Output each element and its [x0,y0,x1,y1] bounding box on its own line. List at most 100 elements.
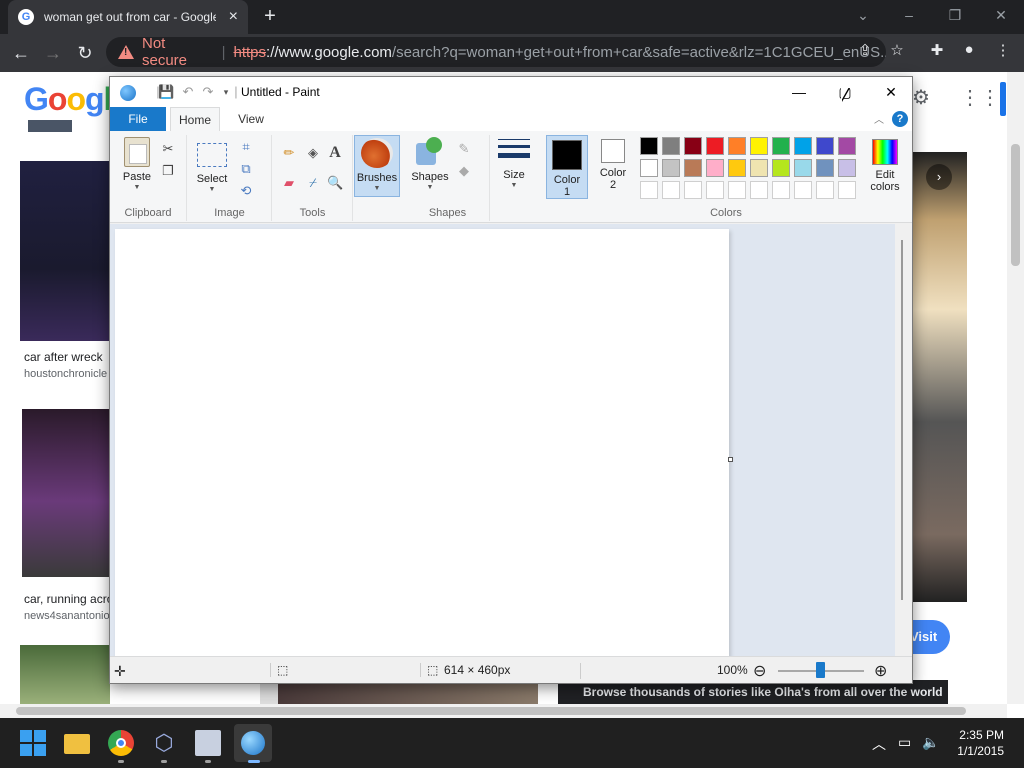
settings-gear-icon[interactable]: ⚙ [912,88,930,108]
custom-color-slot[interactable] [706,181,724,199]
shapes-dropdown-icon[interactable]: ▼ [410,184,450,191]
preview-image[interactable] [913,152,967,602]
paste-button[interactable]: Paste ▼ [118,137,156,191]
page-horizontal-scrollbar[interactable] [0,704,1007,718]
palette-swatch[interactable] [684,159,702,177]
color-picker-icon[interactable]: ⌿ [305,175,321,191]
page-hscroll-thumb[interactable] [16,707,966,715]
tab-view[interactable]: View [226,107,276,131]
paint-close-button[interactable]: ✕ [868,77,912,107]
brushes-dropdown-icon[interactable]: ▼ [355,185,399,192]
copy-icon[interactable]: ❐ [160,163,176,179]
result-title[interactable]: car, running acro [24,592,113,606]
paint-app-icon[interactable] [120,85,136,101]
paint-minimize-button[interactable]: — [776,77,822,107]
app-icon[interactable] [195,730,221,756]
select-button[interactable]: Select ▼ [194,137,230,193]
palette-swatch[interactable] [816,159,834,177]
redo-icon[interactable]: ↷ [200,84,216,100]
palette-swatch[interactable] [794,137,812,155]
zoom-slider-thumb[interactable] [816,662,825,678]
save-icon[interactable]: 💾 [158,84,174,100]
undo-icon[interactable]: ↶ [180,84,196,100]
crop-icon[interactable]: ⌗ [238,139,254,155]
new-tab-button[interactable]: + [258,4,282,28]
custom-color-slot[interactable] [662,181,680,199]
palette-swatch[interactable] [728,137,746,155]
palette-swatch[interactable] [684,137,702,155]
text-tool-icon[interactable]: A [327,145,343,161]
fill-icon[interactable]: ◆ [456,163,472,179]
custom-color-slot[interactable] [794,181,812,199]
magnifier-icon[interactable]: 🔍 [327,175,343,191]
paint-taskbar-button[interactable] [234,724,272,762]
result-title[interactable]: car after wreck [24,350,103,364]
chrome-menu-icon[interactable]: ⋮ [994,41,1012,59]
canvas-vertical-scrollbar[interactable] [895,224,912,656]
start-button[interactable] [20,730,46,756]
result-source[interactable]: houstonchronicle [24,368,107,380]
palette-swatch[interactable] [728,159,746,177]
page-vertical-scrollbar[interactable] [1007,72,1024,704]
browser-restore-button[interactable]: ❐ [932,4,978,26]
custom-color-slot[interactable] [684,181,702,199]
custom-color-slot[interactable] [838,181,856,199]
result-image[interactable] [278,682,538,704]
canvas-scroll-thumb[interactable] [901,240,903,600]
pencil-icon[interactable]: ✏ [281,145,297,161]
canvas-resize-handle-right[interactable] [728,457,733,462]
custom-color-slot[interactable] [640,181,658,199]
system-clock[interactable]: 2:35 PM 1/1/2015 [957,727,1004,759]
rotate-icon[interactable]: ⟲ [238,183,254,199]
shapes-button[interactable]: Shapes ▼ [410,137,450,191]
reload-button[interactable]: ↻ [72,41,98,65]
custom-color-slot[interactable] [750,181,768,199]
result-image[interactable] [20,161,110,341]
eraser-icon[interactable]: ▰ [281,175,297,191]
drawing-canvas[interactable] [115,229,729,658]
forward-button[interactable]: → [40,41,66,65]
result-image[interactable] [22,409,110,577]
brushes-button[interactable]: Brushes ▼ [354,135,400,197]
profile-icon[interactable]: ● [960,41,978,59]
select-dropdown-icon[interactable]: ▼ [194,186,230,193]
custom-color-slot[interactable] [816,181,834,199]
palette-swatch[interactable] [662,137,680,155]
palette-swatch[interactable] [706,137,724,155]
share-icon[interactable]: ⇪ [856,41,874,59]
custom-color-slot[interactable] [728,181,746,199]
tab-search-icon[interactable]: ⌄ [840,4,886,26]
palette-swatch[interactable] [816,137,834,155]
chrome-taskbar-icon[interactable] [108,730,134,756]
result-image[interactable] [20,645,110,704]
palette-swatch[interactable] [640,137,658,155]
cut-icon[interactable]: ✂ [160,141,176,157]
custom-color-slot[interactable] [772,181,790,199]
page-scroll-thumb[interactable] [1011,144,1020,266]
palette-swatch[interactable] [662,159,680,177]
palette-swatch[interactable] [772,159,790,177]
palette-swatch[interactable] [794,159,812,177]
tray-overflow-icon[interactable]: ︿ [872,734,886,754]
apps-grid-icon[interactable]: ⋮⋮ [960,88,1000,108]
zoom-in-icon[interactable]: ⊕ [874,661,887,681]
zoom-out-icon[interactable]: ⊖ [753,661,766,681]
color1-button[interactable]: Color 1 [546,135,588,199]
browser-minimize-button[interactable]: – [886,4,932,26]
outline-icon[interactable]: ✎ [456,141,472,157]
collapse-ribbon-icon[interactable]: ︿ [872,111,886,126]
palette-swatch[interactable] [706,159,724,177]
tab-home[interactable]: Home [170,107,220,131]
volume-icon[interactable]: 🔈 [922,734,939,751]
result-image[interactable] [260,682,278,704]
next-arrow-icon[interactable]: › [926,164,952,190]
result-source[interactable]: news4sanantonio [24,610,110,622]
color2-button[interactable]: Color 2 [592,139,634,191]
browser-close-button[interactable]: ✕ [978,4,1024,26]
file-explorer-icon[interactable] [64,734,90,754]
size-button[interactable]: Size ▼ [494,135,534,189]
size-dropdown-icon[interactable]: ▼ [494,182,534,189]
paint-title-bar[interactable]: | 💾 ↶ ↷ ▾ | Untitled - Paint — ▢ ✕ [110,77,912,107]
virtualbox-icon[interactable]: ⬡ [151,730,177,756]
bookmark-star-icon[interactable]: ☆ [888,41,906,59]
